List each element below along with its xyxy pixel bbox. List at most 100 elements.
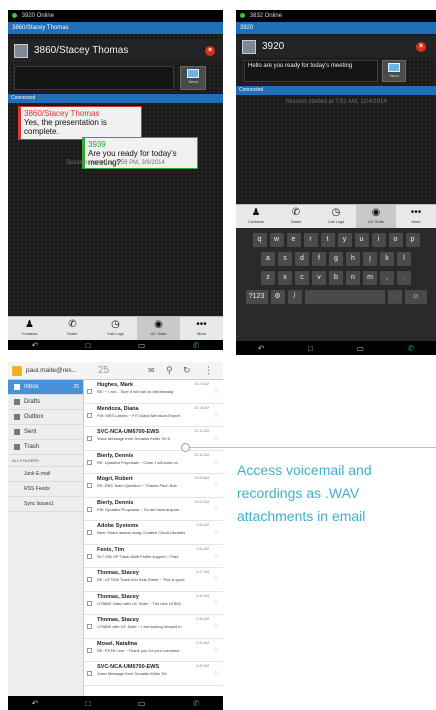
folder-junk[interactable]: Junk E-mail [8, 467, 83, 482]
checkbox[interactable] [87, 577, 92, 582]
nav-call-logs[interactable]: ◷ Call Logs [316, 205, 356, 228]
nav-uc-suite[interactable]: ◉ UC Suite [356, 205, 396, 228]
search-icon[interactable]: ⚲ [166, 365, 173, 376]
message-input[interactable] [14, 66, 174, 90]
mail-row[interactable]: Fenix, Tim 9:51 AM SL7 ISB OP Track Multi … [84, 545, 223, 568]
star-icon[interactable]: ☆ [213, 435, 219, 442]
key[interactable]: h [346, 252, 360, 266]
star-icon[interactable]: ☆ [213, 388, 219, 395]
key[interactable]: f [312, 252, 326, 266]
back-icon[interactable]: ↶ [258, 344, 265, 353]
back-icon[interactable]: ↶ [32, 699, 39, 708]
key[interactable]: . [397, 271, 411, 285]
checkbox[interactable] [87, 436, 92, 441]
home-icon[interactable]: □ [86, 341, 91, 350]
key[interactable]: z [261, 271, 275, 285]
checkbox[interactable] [87, 459, 92, 465]
nav-more[interactable]: ••• More [180, 317, 223, 340]
overflow-menu-icon[interactable]: ⋮ [204, 365, 213, 376]
star-icon[interactable]: ☆ [213, 482, 219, 489]
key[interactable]: o [388, 233, 403, 247]
nav-contacts[interactable]: ♟ Contacts [8, 317, 51, 340]
send-button[interactable]: Send [382, 60, 406, 82]
star-icon[interactable]: ☆ [213, 647, 219, 654]
home-icon[interactable]: □ [308, 344, 313, 353]
recents-icon[interactable]: ▭ [356, 344, 364, 353]
compose-icon[interactable]: ✉ [148, 366, 155, 375]
recents-icon[interactable]: ▭ [138, 341, 146, 350]
checkbox[interactable] [87, 647, 92, 653]
key[interactable]: s [278, 252, 292, 266]
key[interactable]: m [363, 271, 377, 285]
nav-contacts[interactable]: ♟ Contacts [236, 205, 276, 228]
key[interactable]: g [329, 252, 343, 266]
star-icon[interactable]: ☆ [213, 600, 219, 607]
mail-row[interactable]: Thomas, Stacey 9:36 AM UT8800 with UC Suit… [84, 615, 223, 639]
folder-sent[interactable]: Sent [8, 425, 83, 440]
key[interactable]: c [295, 271, 309, 285]
checkbox[interactable] [87, 600, 92, 606]
star-icon[interactable]: ☆ [213, 459, 219, 466]
checkbox[interactable] [87, 506, 92, 512]
key[interactable]: d [295, 252, 309, 266]
key-emoji-icon[interactable]: ☺ [404, 290, 427, 304]
mail-row[interactable]: Mendoza, Diana 10:19 AM FW: MES Labors ~ F… [84, 404, 223, 427]
key[interactable]: r [303, 233, 318, 247]
star-icon[interactable]: ☆ [213, 576, 219, 583]
mail-row[interactable]: Mosel, Natalina 9:30 AM RE: PSTN Line ~ Th… [84, 639, 223, 662]
nav-uc-suite[interactable]: ◉ UC Suite [137, 317, 180, 340]
account-name[interactable]: paul.maite@res... [26, 367, 77, 374]
nav-call-logs[interactable]: ◷ Call Logs [94, 317, 137, 340]
mail-row[interactable]: Bierly, Dennis 10:11 AM RE: Updated Propos… [84, 451, 223, 474]
home-icon[interactable]: □ [86, 699, 91, 708]
checkbox[interactable] [87, 530, 92, 535]
close-icon[interactable]: × [205, 46, 215, 56]
star-icon[interactable]: ☆ [213, 623, 219, 630]
checkbox[interactable] [87, 553, 92, 559]
key[interactable]: t [320, 233, 335, 247]
phone-app-icon[interactable]: ✆ [408, 344, 415, 353]
key[interactable]: b [329, 271, 343, 285]
key[interactable]: k [380, 252, 394, 266]
send-button[interactable]: Send [180, 66, 206, 90]
folder-outbox[interactable]: Outbox [8, 410, 83, 425]
checkbox[interactable] [87, 671, 92, 676]
key[interactable]: x [278, 271, 292, 285]
key[interactable]: i [371, 233, 386, 247]
folder-rss[interactable]: RSS Feeds [8, 482, 83, 497]
key-mic[interactable]: ⚙ [270, 290, 285, 304]
key[interactable]: y [337, 233, 352, 247]
recents-icon[interactable]: ▭ [138, 699, 146, 708]
mail-row[interactable]: SVC-NCA-UM6700-EWS 9:25 AM Voice Message f… [84, 662, 223, 686]
key[interactable]: w [269, 233, 284, 247]
checkbox[interactable] [87, 624, 92, 629]
back-icon[interactable]: ↶ [32, 341, 39, 350]
key[interactable]: p [405, 233, 420, 247]
star-icon[interactable]: ☆ [213, 670, 219, 677]
mail-row[interactable]: Thomas, Stacey 9:47 AM RE: UT7000 Track In… [84, 568, 223, 592]
folder-drafts[interactable]: Drafts [8, 395, 83, 410]
key[interactable]: e [286, 233, 301, 247]
star-icon[interactable]: ☆ [213, 506, 219, 513]
mail-row[interactable]: Bierly, Dennis 10:02 AM FW: Updated Propos… [84, 498, 223, 521]
key[interactable]: a [261, 252, 275, 266]
close-icon[interactable]: × [416, 42, 426, 52]
key[interactable]: l [397, 252, 411, 266]
key[interactable]: , [380, 271, 394, 285]
folder-inbox[interactable]: Inbox 25 [8, 380, 83, 395]
key[interactable]: u [354, 233, 369, 247]
key[interactable]: q [252, 233, 267, 247]
key-slash[interactable]: / [287, 290, 302, 304]
key[interactable]: n [346, 271, 360, 285]
nav-dialer[interactable]: ✆ Dialer [276, 205, 316, 228]
checkbox[interactable] [87, 412, 92, 418]
nav-more[interactable]: ••• More [396, 205, 436, 228]
key-dot-icon[interactable]: · [387, 290, 402, 304]
key[interactable]: j [363, 252, 377, 266]
key-symbols[interactable]: ?123 [245, 290, 268, 304]
star-icon[interactable]: ☆ [213, 529, 219, 536]
star-icon[interactable]: ☆ [213, 412, 219, 419]
mail-row[interactable]: Mogri, Robert 10:05 AM RE: EBS Team Questi… [84, 474, 223, 498]
phone-app-icon[interactable]: ✆ [193, 341, 200, 350]
mail-row[interactable]: Thomas, Stacey 9:40 AM UT8800 Video with U… [84, 592, 223, 615]
